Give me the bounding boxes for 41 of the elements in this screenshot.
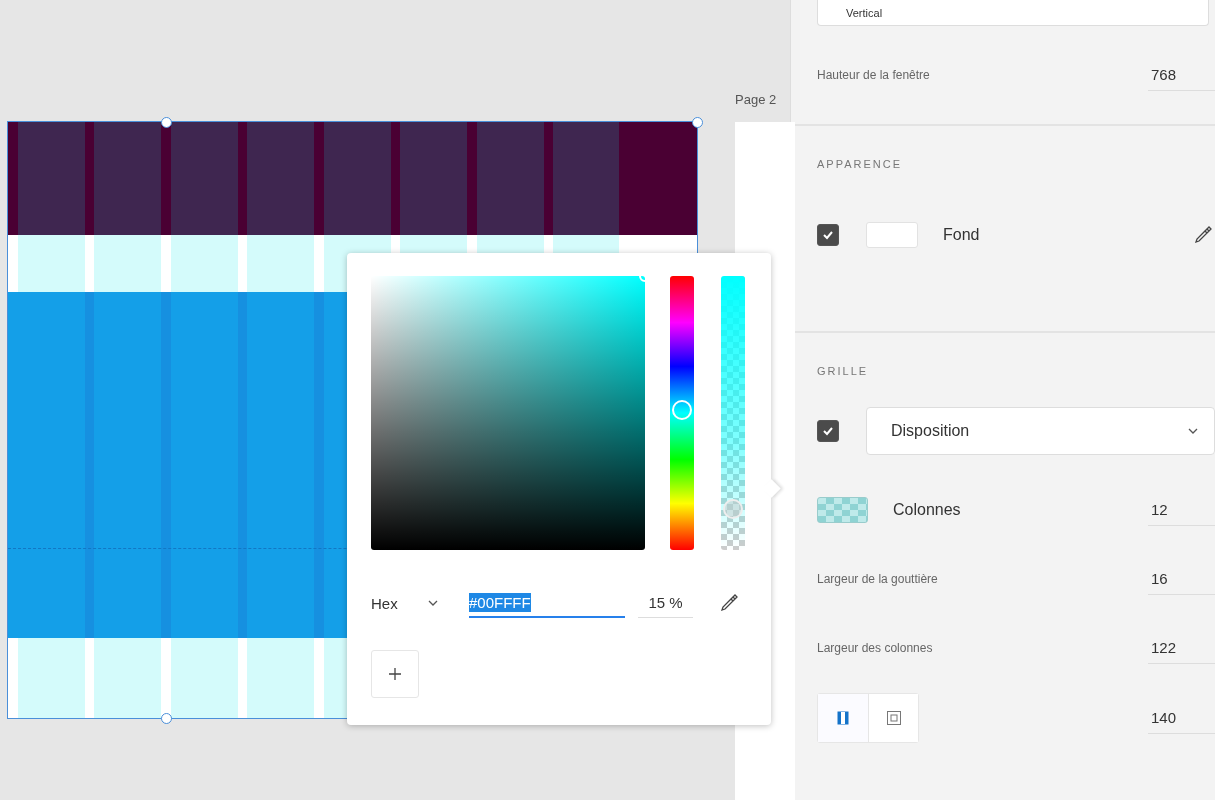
- color-format-dropdown[interactable]: Hex: [371, 594, 469, 612]
- selection-handle[interactable]: [161, 713, 172, 724]
- plus-icon: [388, 667, 402, 681]
- section-title: GRILLE: [817, 365, 870, 377]
- columns-label: Colonnes: [893, 501, 961, 519]
- eyedropper-icon[interactable]: [719, 593, 739, 613]
- columns-mode-button[interactable]: [818, 694, 868, 742]
- fill-color-swatch[interactable]: [866, 222, 918, 248]
- orientation-dropdown[interactable]: Vertical: [817, 0, 1209, 26]
- checkmark-icon: [822, 229, 834, 241]
- opacity-slider-thumb[interactable]: [723, 498, 743, 519]
- chevron-down-icon: [427, 600, 438, 606]
- field-label: Largeur des colonnes: [817, 641, 933, 655]
- grid-type-dropdown[interactable]: Disposition: [866, 407, 1215, 455]
- hue-slider-thumb[interactable]: [672, 400, 692, 421]
- chevron-down-icon: [1188, 428, 1198, 434]
- fill-checkbox[interactable]: [817, 224, 839, 246]
- window-height-field[interactable]: 768: [1148, 59, 1215, 91]
- checkmark-icon: [822, 425, 834, 437]
- opacity-input-field[interactable]: 15 %: [638, 588, 693, 618]
- selection-handle[interactable]: [161, 117, 172, 128]
- field-label: Hauteur de la fenêtre: [817, 68, 930, 82]
- artboard-label: Page 2: [735, 92, 777, 107]
- columns-field[interactable]: 12: [1148, 494, 1215, 526]
- margins-mode-button[interactable]: [868, 694, 918, 742]
- section-title: APPARENCE: [817, 158, 904, 170]
- grid-checkbox[interactable]: [817, 420, 839, 442]
- number-field[interactable]: 122: [1148, 632, 1215, 664]
- number-field[interactable]: 140: [1148, 702, 1215, 734]
- column-color-swatch[interactable]: [817, 497, 868, 523]
- selection-handle[interactable]: [692, 117, 703, 128]
- hex-input-field[interactable]: #00FFFF: [469, 588, 625, 618]
- fill-label: Fond: [943, 226, 980, 244]
- eyedropper-icon[interactable]: [1193, 225, 1213, 245]
- opacity-slider[interactable]: [721, 276, 745, 550]
- number-field[interactable]: 16: [1148, 563, 1215, 595]
- column-layout-icon: [837, 711, 849, 725]
- nested-square-icon: [886, 711, 901, 725]
- hue-slider[interactable]: [670, 276, 694, 550]
- field-label: Largeur de la gouttière: [817, 572, 938, 586]
- add-swatch-button[interactable]: [371, 650, 419, 698]
